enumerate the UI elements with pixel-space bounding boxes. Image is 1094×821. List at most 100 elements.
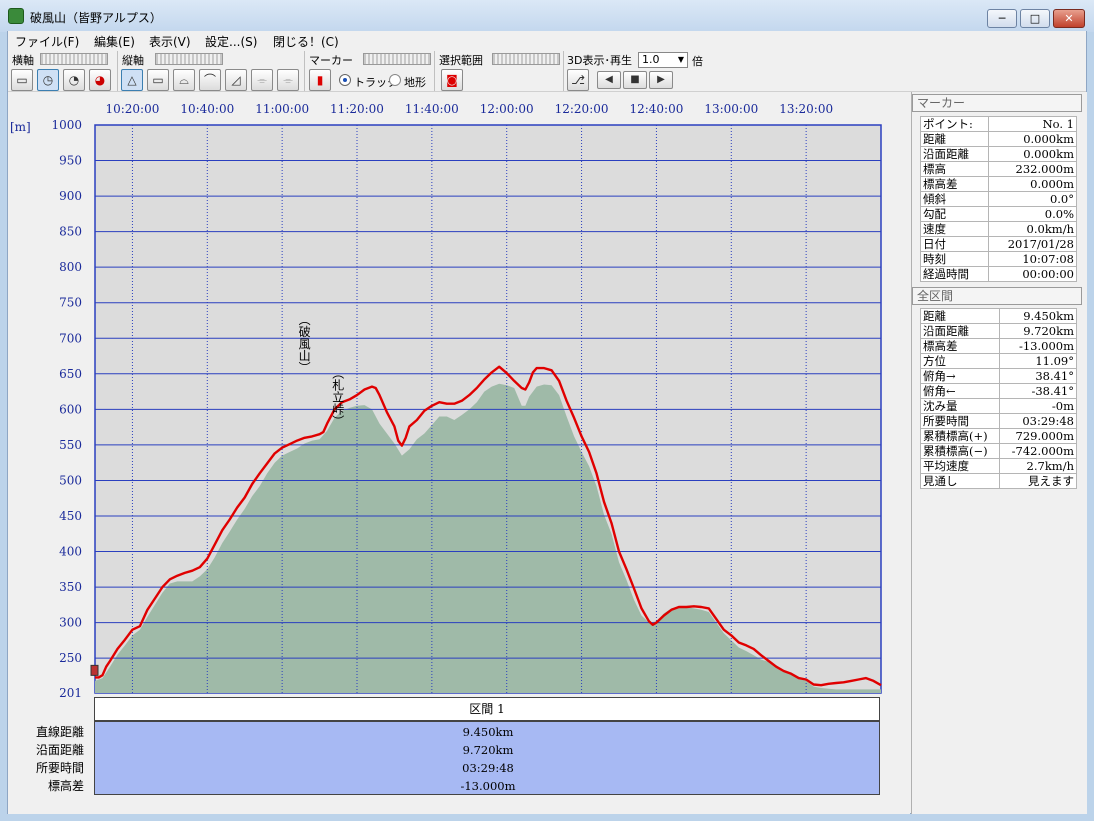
maximize-button[interactable]: □: [1020, 9, 1050, 28]
info-value: 0.0°: [987, 191, 1078, 207]
y-tick-label: 250: [59, 651, 82, 665]
arc-view-button[interactable]: ⌓: [173, 69, 195, 91]
y-tick-label: 700: [59, 331, 82, 345]
toolbar-separator: [434, 51, 435, 91]
y-tick-label: 500: [59, 473, 82, 487]
x-tick-label: 10:20:00: [105, 102, 159, 116]
vertical-axis-slider[interactable]: [155, 53, 223, 65]
info-value: -13.000m: [999, 338, 1077, 354]
minimize-button[interactable]: ─: [987, 9, 1017, 28]
info-value: 232.000m: [987, 161, 1078, 177]
info-label: 標高差: [919, 338, 1001, 354]
speed-select[interactable]: 1.0 ▼: [638, 52, 688, 68]
info-value: 2.7km/h: [999, 458, 1077, 474]
info-label: 平均速度: [919, 458, 1001, 474]
info-value: 見えます: [999, 473, 1077, 489]
info-value: 10:07:08: [987, 251, 1078, 267]
speed-value: 1.0: [642, 53, 660, 66]
view-3d-button[interactable]: ⎇: [567, 69, 589, 91]
horizontal-axis-slider[interactable]: [40, 53, 108, 65]
y-tick-label: 450: [59, 509, 82, 523]
info-value: 2017/01/28: [987, 236, 1078, 252]
info-label: 俯角→: [919, 368, 1001, 384]
pie-axis-icon[interactable]: ◕: [89, 69, 111, 91]
curve-view-button[interactable]: ⌒: [199, 69, 221, 91]
info-row: 時刻 10:07:08: [920, 251, 1078, 267]
y-tick-label: 400: [59, 545, 82, 559]
info-value: 0.000km: [987, 146, 1078, 162]
info-row: 経過時間 00:00:00: [920, 266, 1078, 282]
info-label: 距離: [920, 131, 989, 147]
x-tick-label: 12:40:00: [629, 102, 683, 116]
info-row: 沿面距離 0.000km: [920, 146, 1078, 162]
marker-label: マーカー: [309, 54, 353, 67]
surface-distance-label: 沿面距離: [35, 743, 84, 757]
stop-button[interactable]: ■: [623, 71, 647, 89]
y-tick-label: 1000: [51, 118, 82, 132]
track-radio[interactable]: [339, 74, 351, 86]
flat-view-button[interactable]: ▭: [147, 69, 169, 91]
x-tick-label: 11:40:00: [405, 102, 459, 116]
info-label: 速度: [920, 221, 989, 237]
rewind-button[interactable]: ◀: [597, 71, 621, 89]
title-bar: [0, 0, 1094, 32]
menu-close[interactable]: 閉じる！(C): [273, 33, 339, 50]
menu-view[interactable]: 表示(V): [149, 33, 191, 50]
chevron-down-icon: ▼: [677, 55, 684, 64]
info-label: 標高差: [920, 176, 989, 192]
y-tick-label: 900: [59, 189, 82, 203]
info-value: -0m: [999, 398, 1077, 414]
info-row: 勾配 0.0%: [920, 206, 1078, 222]
marker-slider[interactable]: [363, 53, 431, 65]
info-row: 見通し 見えます: [919, 473, 1077, 489]
distance-axis-button[interactable]: ▭: [11, 69, 33, 91]
x-tick-label: 13:00:00: [704, 102, 758, 116]
info-row: 標高 232.000m: [920, 161, 1078, 177]
terrain-radio-label: 地形: [404, 76, 426, 89]
info-value: 0.000km: [987, 131, 1078, 147]
range-right-icon[interactable]: ⌯: [277, 69, 299, 91]
y-axis-unit: [m]: [10, 120, 31, 134]
close-button[interactable]: ✕: [1053, 9, 1085, 28]
menu-edit[interactable]: 編集(E): [94, 33, 135, 50]
info-label: 所要時間: [919, 413, 1001, 429]
info-label: 距離: [919, 308, 1001, 324]
x-tick-label: 11:00:00: [255, 102, 309, 116]
straight-distance-label: 直線距離: [35, 725, 84, 739]
selection-map-icon[interactable]: ◙: [441, 69, 463, 91]
x-tick-label: 11:20:00: [330, 102, 384, 116]
info-value: 03:29:48: [999, 413, 1077, 429]
menu-settings[interactable]: 設定...(S): [205, 33, 257, 50]
time-axis-button[interactable]: ◷: [37, 69, 59, 91]
elevation-chart[interactable]: 1000 950 900 850 800 750 700 650 600 550 500 450 400…: [0, 92, 905, 697]
range-left-icon[interactable]: ⌯: [251, 69, 273, 91]
info-row: 距離 9.450km: [919, 308, 1077, 324]
info-value: -742.000m: [999, 443, 1077, 459]
selection-range-label: 選択範囲: [439, 54, 483, 67]
overall-panel-title: 全区間: [912, 287, 1082, 305]
info-row: 沿面距離 9.720km: [919, 323, 1077, 339]
terrain-radio[interactable]: [389, 74, 401, 86]
marker-panel-title: マーカー: [912, 94, 1082, 112]
play-button[interactable]: ▶: [649, 71, 673, 89]
info-label: ポイント:: [920, 116, 989, 132]
y-tick-label: 550: [59, 438, 82, 452]
x-tick-label: 13:20:00: [779, 102, 833, 116]
mountain-view-button[interactable]: △: [121, 69, 143, 91]
marker-pin-icon[interactable]: ▮: [309, 69, 331, 91]
segment-header: 区間 1: [94, 697, 880, 721]
info-label: 累積標高(−): [919, 443, 1001, 459]
point-axis-button[interactable]: ◔: [63, 69, 85, 91]
info-label: 標高: [920, 161, 989, 177]
overall-info-table: 距離 9.450km 沿面距離 9.720km 標高差 -13.000m 方位 11.09° 俯…: [919, 308, 1077, 489]
info-row: 累積標高(−) -742.000m: [919, 443, 1077, 459]
info-label: 沈み量: [919, 398, 1001, 414]
info-row: 累積標高(+) 729.000m: [919, 428, 1077, 444]
marker-pin-icon: [90, 664, 99, 676]
y-tick-label: 750: [59, 296, 82, 310]
menu-file[interactable]: ファイル(F): [15, 33, 79, 50]
marker-info-table: ポイント: No. 1 距離 0.000km 沿面距離 0.000km 標高 232.000m…: [920, 116, 1078, 282]
selection-range-slider[interactable]: [492, 53, 560, 65]
slope-view-button[interactable]: ◿: [225, 69, 247, 91]
x-tick-label: 12:00:00: [480, 102, 534, 116]
